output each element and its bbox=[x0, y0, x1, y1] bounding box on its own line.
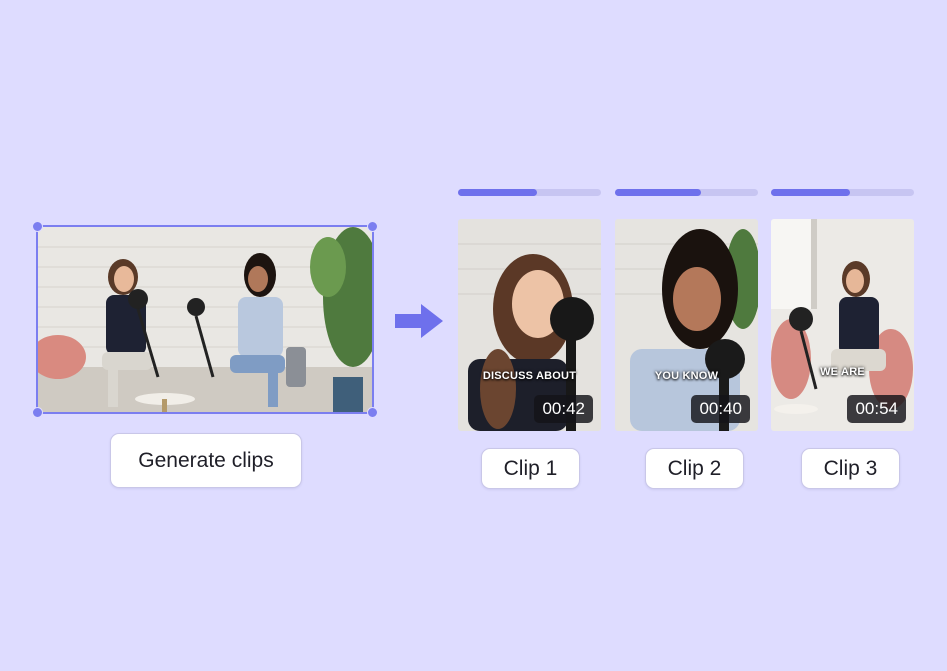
clip-3-progress-fill bbox=[771, 189, 850, 196]
clip-3-duration: 00:54 bbox=[847, 395, 906, 423]
clip-1-button[interactable]: Clip 1 bbox=[481, 448, 580, 489]
clip-1-thumbnail[interactable]: DISCUSS ABOUT 00:42 bbox=[458, 219, 601, 431]
clip-3-button[interactable]: Clip 3 bbox=[801, 448, 900, 489]
resize-handle-bottom-left[interactable] bbox=[32, 407, 43, 418]
clip-3-thumbnail[interactable]: WE ARE 00:54 bbox=[771, 219, 914, 431]
source-video-image bbox=[38, 227, 372, 412]
source-video-frame[interactable] bbox=[32, 221, 378, 418]
resize-handle-top-right[interactable] bbox=[367, 221, 378, 232]
clip-2-caption: YOU KNOW bbox=[654, 370, 719, 382]
clip-3-progress-track bbox=[771, 189, 914, 196]
clip-1-progress-fill bbox=[458, 189, 537, 196]
clip-1-progress-track bbox=[458, 189, 601, 196]
resize-handle-bottom-right[interactable] bbox=[367, 407, 378, 418]
generate-clips-button[interactable]: Generate clips bbox=[110, 433, 302, 488]
clip-2-progress-fill bbox=[615, 189, 701, 196]
canvas: { "source": { "label": "source-video-fra… bbox=[0, 0, 947, 671]
clip-2-progress-track bbox=[615, 189, 758, 196]
clip-2-thumbnail[interactable]: YOU KNOW 00:40 bbox=[615, 219, 758, 431]
clip-1-duration: 00:42 bbox=[534, 395, 593, 423]
resize-handle-top-left[interactable] bbox=[32, 221, 43, 232]
arrow-right-icon bbox=[395, 304, 443, 338]
clip-3-caption: WE ARE bbox=[820, 366, 865, 378]
clip-2-duration: 00:40 bbox=[691, 395, 750, 423]
clip-2-button[interactable]: Clip 2 bbox=[645, 448, 744, 489]
clip-1-caption: DISCUSS ABOUT bbox=[482, 370, 577, 382]
